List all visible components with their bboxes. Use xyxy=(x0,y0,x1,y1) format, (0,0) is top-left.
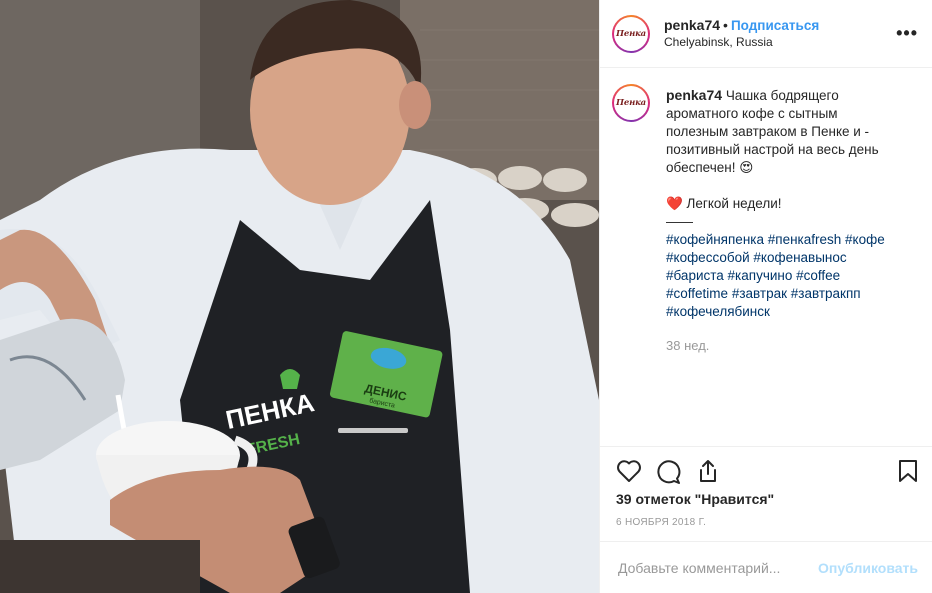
hashtag-list: #кофейняпенка #пенкаfresh #кофе #кофессо… xyxy=(666,231,898,321)
comment-bar: Опубликовать xyxy=(600,541,932,593)
caption-divider: —— xyxy=(666,214,693,229)
caption-username-link[interactable]: penka74 xyxy=(666,87,722,103)
post-date: 6 НОЯБРЯ 2018 Г. xyxy=(616,517,707,528)
hashtag-link[interactable]: #кофечелябинск xyxy=(666,304,770,319)
caption-avatar[interactable]: Пенка xyxy=(612,84,650,122)
hashtag-link[interactable]: #кофе xyxy=(845,232,885,247)
avatar-logo: Пенка xyxy=(614,16,648,51)
follow-button[interactable]: Подписаться xyxy=(731,18,819,33)
share-icon[interactable] xyxy=(696,459,720,488)
username-link[interactable]: penka74 xyxy=(664,17,720,33)
hashtag-link[interactable]: #кофессобой xyxy=(666,250,750,265)
heart-icon[interactable] xyxy=(616,459,642,488)
avatar[interactable]: Пенка xyxy=(612,14,650,53)
instagram-post: ПЕНКА FRESH ДЕНИС бариста Пенка penka74 … xyxy=(0,0,932,593)
more-horizontal-icon[interactable]: ••• xyxy=(896,24,918,42)
caption-time-ago[interactable]: 38 нед. xyxy=(666,337,898,355)
likes-count[interactable]: 39 отметок "Нравится" xyxy=(616,491,774,507)
hashtag-link[interactable]: #coffetime xyxy=(666,286,728,301)
hashtag-link[interactable]: #бариста xyxy=(666,268,724,283)
hashtag-link[interactable]: #завтракпп xyxy=(791,286,861,301)
header-text: penka74 • Подписаться Chelyabinsk, Russia xyxy=(664,17,819,51)
hashtag-link[interactable]: #кофейняпенка xyxy=(666,232,764,247)
post-header: Пенка penka74 • Подписаться Chelyabinsk, R… xyxy=(600,0,932,68)
location-link[interactable]: Chelyabinsk, Russia xyxy=(664,34,819,51)
separator-dot: • xyxy=(723,16,728,33)
avatar-logo: Пенка xyxy=(614,86,648,120)
post-side-panel: Пенка penka74 • Подписаться Chelyabinsk, R… xyxy=(599,0,932,593)
hashtag-link[interactable]: #завтрак xyxy=(732,286,787,301)
caption-text: penka74 Чашка бодрящего ароматного кофе … xyxy=(666,86,898,355)
comment-input[interactable] xyxy=(616,558,810,577)
caption: Пенка penka74 Чашка бодрящего ароматного… xyxy=(600,68,932,355)
hashtag-link[interactable]: #пенкаfresh xyxy=(768,232,842,247)
hashtag-link[interactable]: #coffee xyxy=(796,268,840,283)
hashtag-link[interactable]: #кофенавынос xyxy=(753,250,846,265)
bookmark-icon[interactable] xyxy=(897,459,919,488)
post-photo[interactable]: ПЕНКА FRESH ДЕНИС бариста xyxy=(0,0,599,593)
hashtag-link[interactable]: #капучино xyxy=(728,268,793,283)
comment-icon[interactable] xyxy=(655,459,681,490)
action-bar xyxy=(600,446,932,494)
caption-line2: ❤️ Легкой недели! xyxy=(666,196,782,211)
publish-button[interactable]: Опубликовать xyxy=(818,560,918,576)
barista-illustration: ПЕНКА FRESH ДЕНИС бариста xyxy=(0,0,599,593)
